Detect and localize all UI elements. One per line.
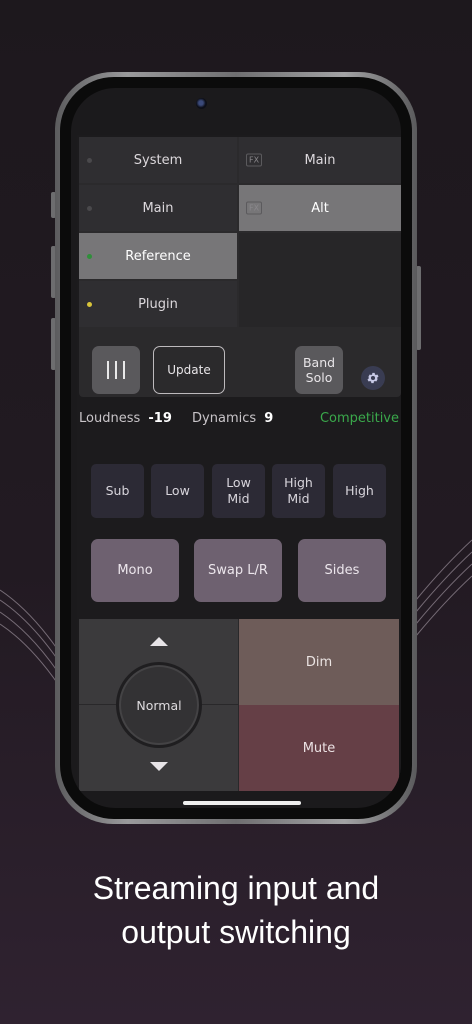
status-dot: [87, 158, 92, 163]
phone-screen: System Main Reference Plugin FX Main FX …: [71, 88, 401, 808]
volume-dpad: Normal: [79, 619, 239, 791]
band-low-button[interactable]: Low: [151, 464, 204, 518]
band-high-mid-button[interactable]: High Mid: [272, 464, 325, 518]
output-label: Main: [142, 200, 174, 216]
band-low-mid-button[interactable]: Low Mid: [212, 464, 265, 518]
mono-button[interactable]: Mono: [91, 539, 179, 602]
band-label: Mid: [227, 491, 250, 506]
input-main[interactable]: FX Main: [239, 137, 401, 183]
loudness-stats: Loudness -19 Dynamics 9 Competitive: [79, 411, 399, 431]
output-system[interactable]: System: [79, 137, 237, 183]
band-label: Low: [165, 483, 190, 498]
band-solo-line2: Solo: [305, 370, 333, 385]
output-label: Plugin: [138, 296, 178, 312]
band-solo-line1: Band: [302, 355, 336, 370]
front-camera: [196, 98, 207, 109]
dim-button[interactable]: Dim: [239, 619, 399, 705]
band-label: High: [284, 475, 313, 490]
band-label: High: [345, 483, 374, 498]
swap-lr-button[interactable]: Swap L/R: [194, 539, 282, 602]
empty-slot: [239, 233, 401, 327]
band-label: Mid: [287, 491, 310, 506]
band-solo-button[interactable]: Band Solo: [295, 346, 343, 394]
output-reference[interactable]: Reference: [79, 233, 237, 279]
input-label: Alt: [311, 200, 329, 216]
volume-knob[interactable]: Normal: [116, 662, 202, 748]
loudness-label: Loudness: [79, 411, 141, 426]
caption-line1: Streaming input and: [92, 870, 380, 906]
band-label: Sub: [105, 483, 130, 498]
volume-down-arrow-icon[interactable]: [150, 762, 168, 771]
output-label: System: [133, 152, 183, 168]
monitor-app: System Main Reference Plugin FX Main FX …: [77, 135, 401, 791]
input-label: Main: [304, 152, 336, 168]
output-plugin[interactable]: Plugin: [79, 281, 237, 327]
phone-frame: System Main Reference Plugin FX Main FX …: [55, 72, 417, 824]
dynamics-value: 9: [264, 411, 274, 426]
loudness-value: -19: [148, 411, 172, 426]
marketing-caption: Streaming input and output switching: [0, 866, 472, 954]
band-sub-button[interactable]: Sub: [91, 464, 144, 518]
fx-badge: FX: [246, 153, 263, 167]
band-high-button[interactable]: High: [333, 464, 386, 518]
band-label: Low: [226, 475, 251, 490]
output-label: Reference: [125, 248, 191, 264]
caption-line2: output switching: [121, 914, 351, 950]
profile-status: Competitive: [319, 411, 399, 426]
output-main[interactable]: Main: [79, 185, 237, 231]
bar-icon: [107, 361, 109, 379]
status-dot-green: [87, 254, 92, 259]
mute-button[interactable]: Mute: [239, 705, 399, 791]
gear-icon[interactable]: [361, 366, 385, 390]
dynamics-label: Dynamics: [192, 411, 257, 426]
home-indicator[interactable]: [183, 801, 301, 805]
bar-icon: [115, 361, 117, 379]
menu-bars-button[interactable]: [92, 346, 140, 394]
bar-icon: [123, 361, 125, 379]
status-dot: [87, 206, 92, 211]
fx-badge: FX: [246, 201, 263, 215]
input-alt[interactable]: FX Alt: [239, 185, 401, 231]
status-dot-yellow: [87, 302, 92, 307]
volume-up-arrow-icon[interactable]: [150, 637, 168, 646]
volume-section: Normal Dim Mute: [79, 619, 399, 791]
update-button[interactable]: Update: [153, 346, 225, 394]
sides-button[interactable]: Sides: [298, 539, 386, 602]
